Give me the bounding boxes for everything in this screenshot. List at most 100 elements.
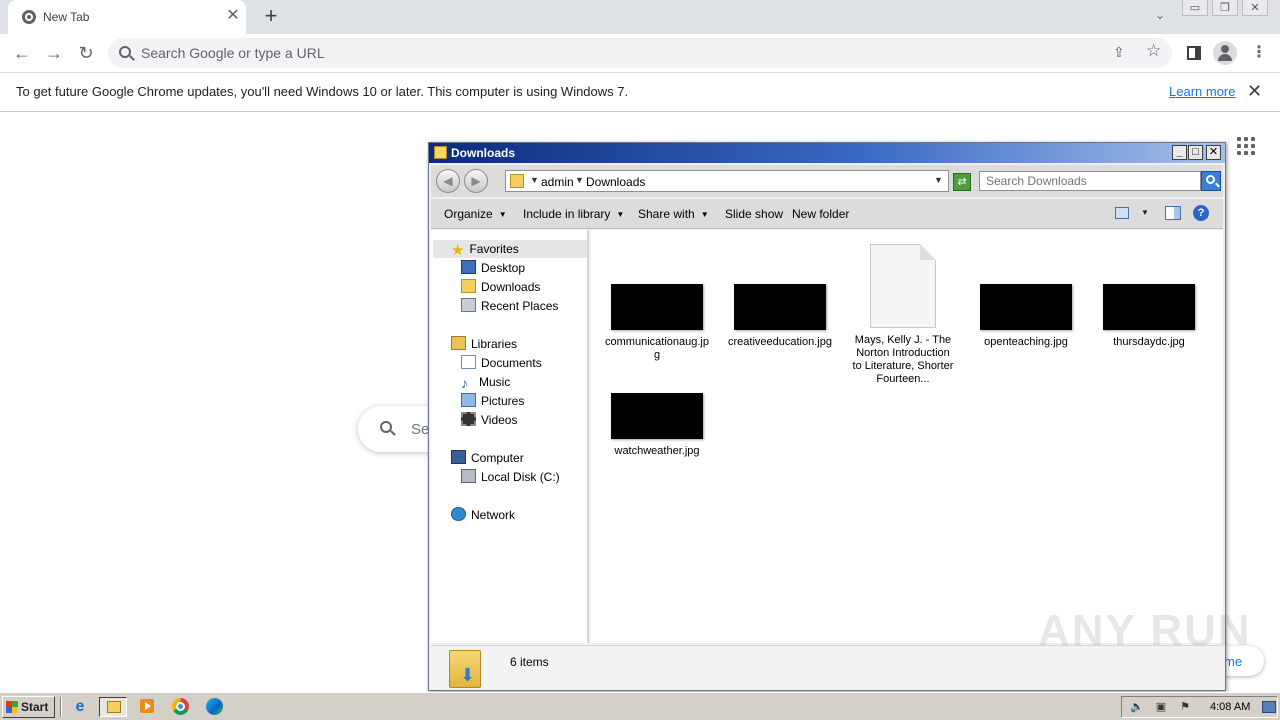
nav-recent-places[interactable]: Recent Places	[461, 297, 558, 315]
slide-show-button[interactable]: Slide show	[725, 207, 783, 221]
file-item[interactable]: communicationaug.jpg	[605, 284, 709, 362]
side-panel-icon[interactable]	[1183, 42, 1205, 64]
network-tray-icon[interactable]: ▣	[1154, 701, 1168, 714]
address-dropdown-icon[interactable]: ▼	[934, 175, 943, 185]
tab-close-icon[interactable]: ✕	[224, 7, 242, 25]
media-player-icon[interactable]	[133, 697, 161, 717]
back-arrow-icon[interactable]: ←	[11, 42, 33, 64]
show-desktop-icon[interactable]	[1262, 701, 1276, 713]
customize-label: me	[1224, 654, 1243, 669]
omnibox[interactable]: Search Google or type a URL ⇪ ☆	[108, 38, 1172, 68]
omnibox-placeholder[interactable]: Search Google or type a URL	[141, 45, 325, 61]
share-label: Share with	[638, 207, 695, 221]
nav-documents[interactable]: Documents	[461, 354, 542, 372]
nav-local-disk[interactable]: Local Disk (C:)	[461, 468, 560, 486]
new-folder-button[interactable]: New folder	[792, 207, 849, 221]
chrome-menu-icon[interactable]: ⋮	[1248, 42, 1270, 64]
nav-label: Desktop	[481, 261, 526, 275]
music-icon: ♪	[461, 375, 468, 391]
nav-pictures[interactable]: Pictures	[461, 392, 524, 410]
address-bar[interactable]: ▼ admin ▼ Downloads ▼	[505, 170, 949, 192]
breadcrumb-chevron-icon[interactable]: ▼	[575, 175, 584, 185]
file-item[interactable]: Mays, Kelly J. - The Norton Introduction…	[851, 244, 955, 386]
google-apps-icon[interactable]	[1237, 137, 1255, 155]
nav-downloads[interactable]: Downloads	[461, 278, 540, 296]
file-item[interactable]: openteaching.jpg	[974, 284, 1078, 349]
bookmark-star-icon[interactable]: ☆	[1146, 41, 1161, 61]
tab-search-chevron-icon[interactable]: ⌄	[1151, 8, 1169, 26]
nav-libraries[interactable]: Libraries	[451, 335, 517, 353]
edge-icon[interactable]	[200, 697, 228, 717]
infobar-close-icon[interactable]: ✕	[1247, 81, 1262, 102]
search-downloads-field[interactable]	[979, 171, 1201, 191]
tab-new-tab[interactable]: New Tab ✕	[8, 0, 246, 34]
document-file-icon	[870, 244, 936, 328]
breadcrumb-admin[interactable]: admin	[541, 175, 574, 189]
nav-desktop[interactable]: Desktop	[461, 259, 525, 277]
file-name: thursdaydc.jpg	[1113, 336, 1185, 348]
file-name: watchweather.jpg	[614, 445, 700, 457]
explorer-titlebar[interactable]: Downloads _ □ ✕	[429, 143, 1225, 163]
volume-icon[interactable]: 🔈	[1130, 701, 1144, 714]
minimize-button[interactable]: ▭	[1182, 0, 1208, 16]
nav-label: Documents	[481, 356, 542, 370]
chrome-toolbar: ← → ↻ Search Google or type a URL ⇪ ☆ ⋮	[0, 34, 1280, 72]
help-icon[interactable]: ?	[1193, 205, 1209, 221]
breadcrumb-chevron-icon[interactable]: ▼	[530, 175, 539, 185]
learn-more-link[interactable]: Learn more	[1169, 84, 1235, 99]
forward-button[interactable]: ▶	[464, 169, 488, 193]
downloads-folder-icon	[449, 650, 481, 688]
close-window-button[interactable]: ✕	[1242, 0, 1268, 16]
chrome-icon[interactable]	[166, 697, 194, 717]
image-thumbnail	[611, 284, 703, 330]
share-icon[interactable]: ⇪	[1113, 44, 1125, 61]
file-item[interactable]: creativeeducation.jpg	[728, 284, 832, 349]
maximize-button[interactable]: □	[1188, 145, 1203, 160]
profile-avatar-icon[interactable]	[1213, 41, 1237, 65]
downloads-folder-icon	[510, 174, 524, 188]
reload-icon[interactable]: ↻	[75, 42, 97, 64]
forward-arrow-icon[interactable]: →	[43, 42, 65, 64]
clock[interactable]: 4:08 AM	[1210, 701, 1250, 713]
file-item[interactable]: watchweather.jpg	[605, 393, 709, 458]
breadcrumb-downloads[interactable]: Downloads	[586, 175, 645, 189]
search-input[interactable]	[980, 172, 1200, 190]
hard-disk-icon	[461, 469, 476, 483]
computer-icon	[451, 450, 466, 464]
back-button[interactable]: ◀	[436, 169, 460, 193]
minimize-button[interactable]: _	[1172, 145, 1187, 160]
internet-explorer-icon[interactable]: e	[66, 697, 94, 717]
restore-button[interactable]: ❐	[1212, 0, 1238, 16]
preview-pane-icon[interactable]	[1165, 206, 1181, 220]
chevron-down-icon: ▼	[700, 210, 709, 219]
include-label: Include in library	[523, 207, 611, 221]
file-name: openteaching.jpg	[984, 336, 1068, 348]
file-item[interactable]: thursdaydc.jpg	[1097, 284, 1201, 349]
nav-music[interactable]: ♪ Music	[461, 373, 510, 391]
start-label: Start	[21, 700, 49, 714]
view-options-chevron-icon[interactable]: ▼	[1141, 208, 1149, 217]
start-button[interactable]: Start	[2, 696, 55, 718]
recent-places-icon	[461, 298, 476, 312]
image-thumbnail	[734, 284, 826, 330]
change-view-icon[interactable]	[1115, 207, 1129, 219]
taskbar: Start e 🔈 ▣ ⚑ 4:08 AM	[0, 692, 1280, 720]
search-icon[interactable]	[1201, 171, 1221, 191]
share-with-menu[interactable]: Share with ▼	[638, 207, 709, 221]
nav-network[interactable]: Network	[451, 506, 515, 524]
nav-favorites[interactable]: ★ Favorites	[433, 240, 587, 258]
file-name: communicationaug.jpg	[605, 336, 709, 361]
file-list: communicationaug.jpg creativeeducation.j…	[591, 230, 1223, 643]
nav-videos[interactable]: Videos	[461, 411, 517, 429]
close-button[interactable]: ✕	[1206, 145, 1221, 160]
windows-explorer-icon[interactable]	[99, 697, 127, 717]
action-center-flag-icon[interactable]: ⚑	[1178, 701, 1192, 714]
organize-menu[interactable]: Organize ▼	[444, 207, 507, 221]
refresh-icon[interactable]: ⇄	[953, 173, 971, 191]
nav-label: Favorites	[469, 242, 519, 256]
libraries-icon	[451, 336, 466, 350]
star-icon: ★	[451, 242, 465, 259]
nav-computer[interactable]: Computer	[451, 449, 524, 467]
include-in-library-menu[interactable]: Include in library ▼	[523, 207, 624, 221]
new-tab-button[interactable]: +	[260, 5, 282, 27]
